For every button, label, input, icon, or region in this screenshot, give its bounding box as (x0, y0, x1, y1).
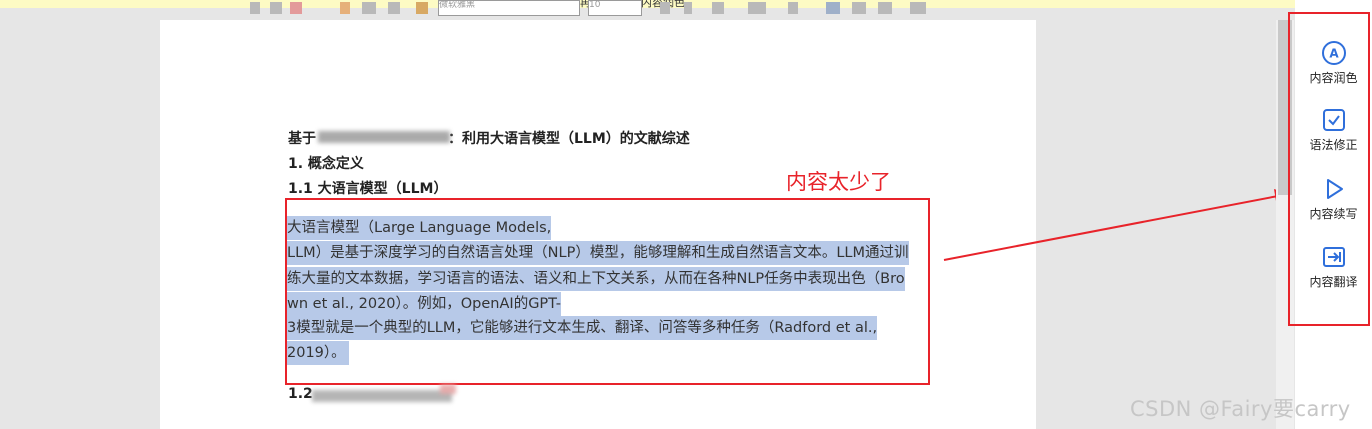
align-center-icon[interactable] (852, 2, 866, 14)
toolbar-icon[interactable] (270, 2, 282, 14)
subsection-heading-2: 1.2 (288, 386, 313, 402)
toolbar-icon[interactable] (250, 2, 260, 14)
scissors-icon[interactable] (362, 2, 376, 14)
watermark: CSDN @Fairy要carry (1130, 397, 1351, 421)
toolbar-icon[interactable] (910, 2, 926, 14)
align-left-icon[interactable] (826, 2, 840, 14)
editor-toolbar: 微软雅黑 10 (240, 0, 940, 16)
paste-icon[interactable] (416, 2, 428, 14)
annotation-box (285, 198, 930, 385)
toolbar-icon[interactable] (340, 2, 350, 14)
toolbar-icon[interactable] (788, 2, 798, 14)
annotation-text: 内容太少了 (786, 170, 891, 194)
italic-icon[interactable] (684, 2, 692, 14)
subsection-heading: 1.1 大语言模型（LLM） (288, 181, 448, 197)
doc-title-prefix: 基于 (288, 131, 316, 147)
copy-icon[interactable] (388, 2, 400, 14)
doc-title-suffix: ：利用大语言模型（LLM）的文献综述 (448, 131, 690, 147)
font-select[interactable]: 微软雅黑 (438, 0, 580, 16)
toolbar-icon[interactable] (748, 2, 766, 14)
redacted-text (318, 131, 450, 143)
font-size-select[interactable]: 10 (588, 0, 642, 16)
underline-icon[interactable] (712, 2, 724, 14)
toolbar-icon[interactable] (290, 2, 302, 14)
redacted-text (440, 384, 456, 394)
align-right-icon[interactable] (878, 2, 892, 14)
bold-icon[interactable] (660, 2, 670, 14)
section-heading: 1. 概念定义 (288, 156, 364, 172)
redacted-text (312, 390, 452, 402)
annotation-box-panel (1288, 12, 1370, 326)
